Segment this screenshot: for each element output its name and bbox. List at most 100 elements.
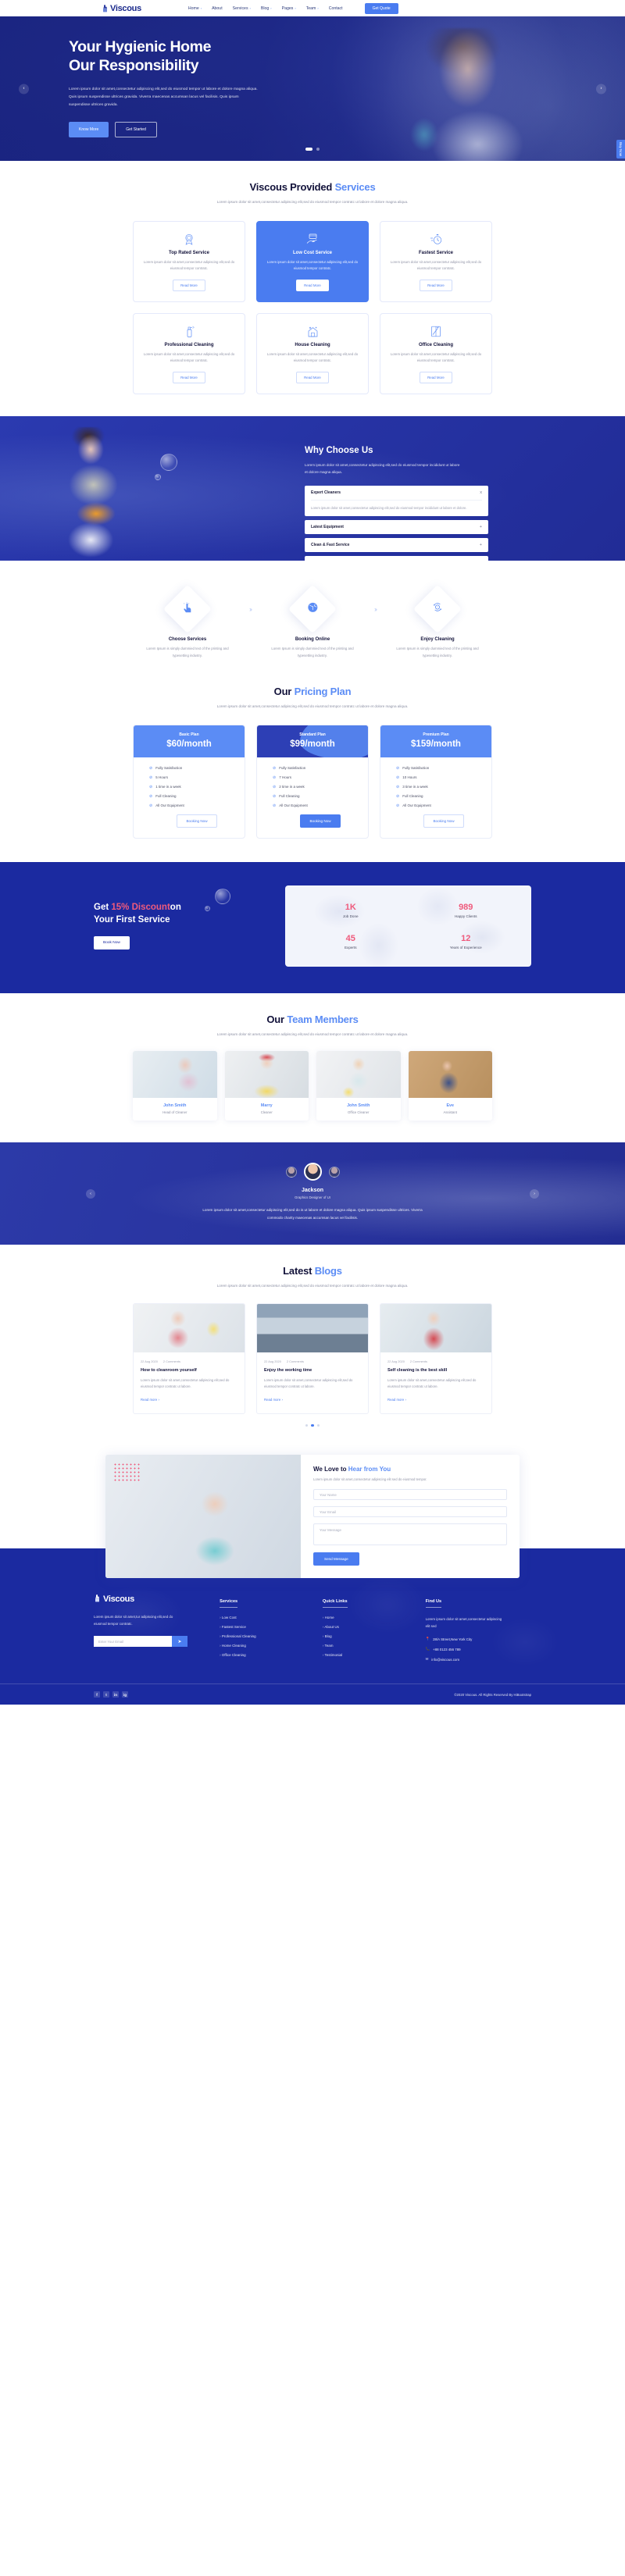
discount-left: Get 15% Discounton Your First Service Bo…: [94, 902, 262, 950]
testimonial-quote: Lorem ipsum dolor sit amet,consectetur a…: [202, 1208, 423, 1220]
services-title-main: Viscous Provided: [249, 181, 335, 193]
member-photo: [133, 1051, 217, 1099]
footer-link[interactable]: Office Cleaning: [220, 1653, 312, 1657]
accordion-item-clean-fast-service[interactable]: Clean & Fast Service +: [305, 538, 488, 553]
know-more-button[interactable]: Know More: [69, 121, 109, 137]
read-more-button[interactable]: Read More: [173, 279, 205, 291]
send-message-button[interactable]: Send Message: [313, 1552, 359, 1566]
nav-item-blog[interactable]: Blog ›: [261, 6, 272, 11]
footer-link[interactable]: Team: [323, 1644, 415, 1648]
read-more-button[interactable]: Read More: [173, 372, 205, 384]
team-member-card[interactable]: Marry Cleaner: [224, 1051, 309, 1121]
accordion-header[interactable]: Expert Cleaners x: [311, 490, 482, 495]
team-member-card[interactable]: Eve Assistant: [408, 1051, 492, 1121]
hero-section: Your Hygienic Home Our Responsibility Lo…: [0, 16, 625, 161]
team-header: Our Team Members Lorem ipsum dolor sit a…: [0, 993, 625, 1039]
facebook-icon[interactable]: f: [94, 1691, 100, 1698]
hero-title-line2: Our Responsibility: [69, 56, 199, 74]
nav-item-team[interactable]: Team ›: [306, 6, 319, 11]
booking-now-button[interactable]: Booking Now: [423, 814, 464, 828]
blog-post-card[interactable]: 22 Aug 2020 2 Comments Enjoy the working…: [256, 1302, 369, 1414]
get-quote-button[interactable]: Get Quote: [364, 2, 398, 14]
carousel-dot[interactable]: [316, 148, 320, 151]
accordion-header[interactable]: Clean & Fast Service +: [311, 543, 482, 547]
avatar[interactable]: [328, 1166, 340, 1178]
why-accordion: Expert Cleaners x Lorem ipsum dolor sit …: [305, 485, 488, 561]
footer-email-row[interactable]: ✉ info@viscous.com: [426, 1657, 531, 1662]
service-card[interactable]: Low Cost Service Lorem ipsum dolor sit a…: [256, 220, 369, 302]
team-title-main: Our: [266, 1013, 288, 1025]
read-more-button[interactable]: Read More: [296, 279, 329, 291]
footer-logo[interactable]: Viscous: [94, 1592, 209, 1606]
footer-find-title: Find Us: [425, 1599, 442, 1609]
read-more-button[interactable]: Read More: [420, 279, 452, 291]
blog-post-card[interactable]: 22 Aug 2020 2 Comments How to cleanroom …: [133, 1302, 245, 1414]
contact-email-input[interactable]: [313, 1506, 507, 1518]
service-card[interactable]: Fastest Service Lorem ipsum dolor sit am…: [380, 220, 492, 302]
read-more-button[interactable]: Read More: [420, 372, 452, 384]
avatar-active[interactable]: [303, 1163, 322, 1181]
testimonial-prev-arrow-icon[interactable]: ‹: [86, 1188, 95, 1199]
booking-now-button[interactable]: Booking Now: [300, 814, 341, 828]
footer-link[interactable]: Low Cost: [220, 1616, 312, 1619]
blog-dot[interactable]: [311, 1423, 314, 1427]
accordion-item-budget-oriented[interactable]: Budget Oriented +: [305, 556, 488, 561]
instagram-icon[interactable]: ig: [122, 1691, 128, 1698]
service-card[interactable]: Top Rated Service Lorem ipsum dolor sit …: [133, 220, 245, 302]
post-comments: 2 Comments: [286, 1359, 304, 1363]
nav-item-home[interactable]: Home ›: [188, 6, 202, 11]
blog-dot[interactable]: [305, 1423, 309, 1427]
footer-link[interactable]: About Us: [323, 1625, 415, 1629]
nav-item-contact[interactable]: Contact: [329, 6, 343, 11]
footer-phone-row[interactable]: 📞 +88 0123 456 789: [426, 1647, 531, 1651]
contact-name-input[interactable]: [313, 1489, 507, 1501]
team-member-card[interactable]: John Smith Head of Cleaner: [133, 1051, 217, 1121]
post-read-more-link[interactable]: Read more ›: [264, 1398, 283, 1402]
team-member-card[interactable]: John Smith Office Cleaner: [316, 1051, 401, 1121]
book-now-button[interactable]: Book Now: [94, 936, 130, 950]
nav-item-label: Pages: [281, 5, 294, 11]
footer-link[interactable]: Fastest Service: [220, 1625, 312, 1629]
footer-link[interactable]: Testimonial: [323, 1653, 415, 1657]
plus-icon[interactable]: +: [480, 525, 482, 529]
close-icon[interactable]: x: [480, 490, 482, 495]
footer-link[interactable]: Professional Cleaning: [220, 1634, 312, 1638]
testimonial-next-arrow-icon[interactable]: ›: [530, 1188, 539, 1199]
post-body: 22 Aug 2020 2 Comments Enjoy the working…: [257, 1352, 368, 1413]
newsletter-submit-button[interactable]: ➤: [172, 1636, 188, 1648]
service-card[interactable]: House Cleaning Lorem ipsum dolor sit ame…: [256, 312, 369, 395]
blog-post-card[interactable]: 22 Aug 2020 2 Comments Self cleaning is …: [380, 1302, 492, 1414]
get-started-button[interactable]: Get Started: [115, 121, 157, 137]
plan-feature: ⊘ All Our Equipment: [396, 803, 491, 808]
twitter-icon[interactable]: t: [103, 1691, 109, 1698]
nav-item-pages[interactable]: Pages ›: [282, 6, 296, 11]
nav-item-services[interactable]: Services ›: [233, 6, 251, 11]
footer-services-list: Low Cost Fastest Service Professional Cl…: [220, 1616, 312, 1657]
linkedin-icon[interactable]: in: [112, 1691, 119, 1698]
accordion-item-expert-cleaners[interactable]: Expert Cleaners x Lorem ipsum dolor sit …: [305, 485, 488, 517]
service-card[interactable]: Office Cleaning Lorem ipsum dolor sit am…: [380, 312, 492, 395]
service-card[interactable]: Professional Cleaning Lorem ipsum dolor …: [133, 312, 245, 395]
nav-item-about[interactable]: About: [212, 6, 223, 11]
avatar[interactable]: [285, 1166, 297, 1178]
footer-brand-column: Viscous Lorem ipsum dolor sit amet,tur a…: [94, 1592, 209, 1662]
brand-logo[interactable]: Viscous: [102, 4, 141, 13]
footer-link[interactable]: Home Cleaning: [220, 1644, 312, 1648]
post-read-more-link[interactable]: Read more ›: [388, 1398, 406, 1402]
carousel-dot[interactable]: [305, 148, 312, 151]
plus-icon[interactable]: +: [480, 543, 482, 547]
footer-link[interactable]: Home: [323, 1616, 415, 1619]
newsletter-email-input[interactable]: [94, 1636, 172, 1648]
post-read-more-link[interactable]: Read more ›: [141, 1398, 159, 1402]
blog-dot[interactable]: [316, 1423, 320, 1427]
accordion-header[interactable]: Latest Equipment +: [311, 525, 482, 529]
contact-message-input[interactable]: [313, 1523, 507, 1546]
footer-link[interactable]: Blog: [323, 1634, 415, 1638]
buy-now-side-tab[interactable]: Buy Now: [616, 139, 625, 159]
hero-content: Your Hygienic Home Our Responsibility Lo…: [0, 16, 625, 137]
read-more-button[interactable]: Read More: [296, 372, 329, 384]
accordion-item-latest-equipment[interactable]: Latest Equipment +: [305, 520, 488, 535]
booking-now-button[interactable]: Booking Now: [177, 814, 217, 828]
contact-title-main: We Love to: [313, 1466, 348, 1473]
plan-feature-label: All Our Equipment: [279, 803, 308, 808]
